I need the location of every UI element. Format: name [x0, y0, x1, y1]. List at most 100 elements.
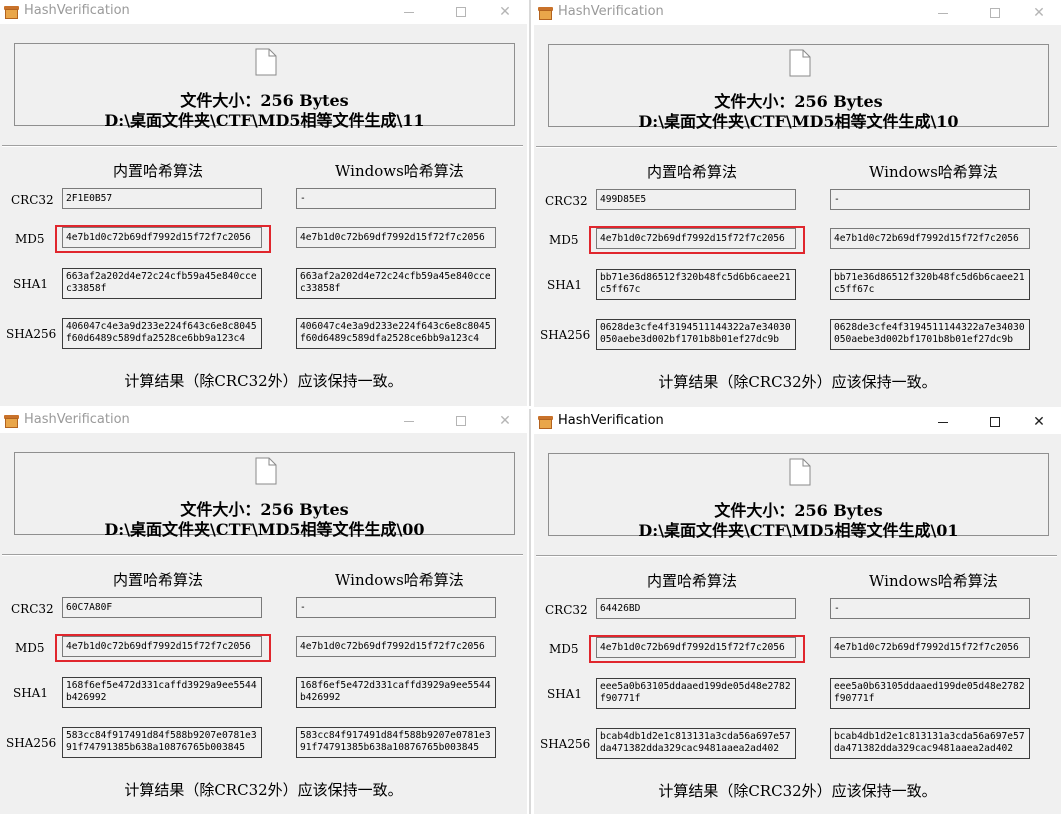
hash-verification-window: HashVerification ✕ 文件大小：256 Bytes D:\桌面文…: [0, 0, 527, 406]
file-drop-panel[interactable]: 文件大小：256 Bytes D:\桌面文件夹\CTF\MD5相等文件生成\01: [548, 453, 1049, 540]
sha1-label: SHA1: [13, 277, 48, 291]
windows-md5-field[interactable]: 4e7b1d0c72b69df7992d15f72f7c2056: [296, 227, 496, 248]
hash-verification-window: HashVerification ✕ 文件大小：256 Bytes D:\桌面文…: [534, 410, 1061, 814]
sha1-label: SHA1: [547, 687, 582, 701]
file-icon: [255, 457, 277, 485]
builtin-sha1-field[interactable]: 168f6ef5e472d331caffd3929a9ee5544b426992: [62, 677, 262, 708]
windows-md5-field[interactable]: 4e7b1d0c72b69df7992d15f72f7c2056: [830, 637, 1030, 658]
crc32-label: CRC32: [11, 193, 54, 207]
builtin-sha256-field[interactable]: 0628de3cfe4f3194511144322a7e34030050aebe…: [596, 319, 796, 350]
title-bar[interactable]: HashVerification ✕: [534, 1, 1061, 25]
file-drop-panel[interactable]: 文件大小：256 Bytes D:\桌面文件夹\CTF\MD5相等文件生成\00: [14, 452, 515, 539]
builtin-sha256-field[interactable]: 583cc84f917491d84f588b9207e0781e391f7479…: [62, 727, 262, 758]
minimize-button[interactable]: [386, 409, 432, 433]
minimize-button[interactable]: [386, 0, 432, 24]
section-divider: [536, 555, 1057, 557]
windows-crc32-field[interactable]: -: [296, 188, 496, 209]
windows-sha1-field[interactable]: 168f6ef5e472d331caffd3929a9ee5544b426992: [296, 677, 496, 708]
windows-sha256-field[interactable]: 0628de3cfe4f3194511144322a7e34030050aebe…: [830, 319, 1030, 350]
close-icon: ✕: [499, 4, 511, 20]
file-path-text: D:\桌面文件夹\CTF\MD5相等文件生成\10: [638, 112, 959, 131]
sha256-label: SHA256: [6, 327, 57, 341]
title-bar[interactable]: HashVerification ✕: [534, 410, 1061, 434]
builtin-crc32-field[interactable]: 499D85E5: [596, 189, 796, 210]
close-icon: ✕: [499, 413, 511, 429]
windows-sha1-field[interactable]: bb71e36d86512f320b48fc5d6b6caee21c5ff67c: [830, 269, 1030, 300]
app-window-icon: [538, 416, 553, 429]
sha256-label: SHA256: [6, 736, 57, 750]
md5-highlight-box: [55, 634, 271, 662]
windows-crc32-field[interactable]: -: [296, 597, 496, 618]
crc32-label: CRC32: [545, 603, 588, 617]
maximize-button[interactable]: [438, 409, 484, 433]
app-window-icon: [538, 7, 553, 20]
file-icon: [255, 48, 277, 76]
windows-sha256-field[interactable]: 406047c4e3a9d233e224f643c6e8c8045f60d648…: [296, 318, 496, 349]
file-drop-panel[interactable]: 文件大小：256 Bytes D:\桌面文件夹\CTF\MD5相等文件生成\10: [548, 44, 1049, 131]
maximize-button[interactable]: [438, 0, 484, 24]
md5-highlight-box: [55, 225, 271, 253]
builtin-sha1-field[interactable]: bb71e36d86512f320b48fc5d6b6caee21c5ff67c: [596, 269, 796, 300]
md5-highlight-box: [589, 226, 805, 254]
file-icon: [789, 458, 811, 486]
file-path-text: D:\桌面文件夹\CTF\MD5相等文件生成\00: [104, 520, 425, 539]
footer-note: 计算结果（除CRC32外）应该保持一致。: [124, 781, 403, 799]
section-divider: [2, 145, 523, 147]
footer-note: 计算结果（除CRC32外）应该保持一致。: [124, 372, 403, 390]
builtin-hash-header: 内置哈希算法: [113, 571, 204, 589]
close-icon: ✕: [1033, 414, 1045, 430]
builtin-sha256-field[interactable]: 406047c4e3a9d233e224f643c6e8c8045f60d648…: [62, 318, 262, 349]
windows-sha1-field[interactable]: 663af2a202d4e72c24cfb59a45e840ccec33858f: [296, 268, 496, 299]
minimize-icon: [404, 421, 414, 422]
close-button[interactable]: ✕: [482, 0, 527, 24]
windows-hash-header: Windows哈希算法: [869, 163, 998, 181]
window-title: HashVerification: [24, 412, 130, 427]
title-bar[interactable]: HashVerification ✕: [0, 409, 527, 433]
md5-label: MD5: [15, 641, 45, 655]
close-button[interactable]: ✕: [1016, 410, 1061, 434]
builtin-hash-header: 内置哈希算法: [113, 162, 204, 180]
md5-highlight-box: [589, 635, 805, 663]
close-button[interactable]: ✕: [1016, 1, 1061, 25]
windows-sha256-field[interactable]: 583cc84f917491d84f588b9207e0781e391f7479…: [296, 727, 496, 758]
builtin-hash-header: 内置哈希算法: [647, 572, 738, 590]
builtin-crc32-field[interactable]: 60C7A80F: [62, 597, 262, 618]
close-icon: ✕: [1033, 5, 1045, 21]
sha1-label: SHA1: [13, 686, 48, 700]
minimize-icon: [404, 12, 414, 13]
windows-sha256-field[interactable]: bcab4db1d2e1c813131a3cda56a697e57da47138…: [830, 728, 1030, 759]
maximize-button[interactable]: [972, 410, 1018, 434]
app-window-icon: [4, 6, 19, 19]
builtin-crc32-field[interactable]: 64426BD: [596, 598, 796, 619]
file-drop-panel[interactable]: 文件大小：256 Bytes D:\桌面文件夹\CTF\MD5相等文件生成\11: [14, 43, 515, 130]
windows-hash-header: Windows哈希算法: [335, 162, 464, 180]
minimize-button[interactable]: [920, 1, 966, 25]
builtin-hash-header: 内置哈希算法: [647, 163, 738, 181]
builtin-sha1-field[interactable]: 663af2a202d4e72c24cfb59a45e840ccec33858f: [62, 268, 262, 299]
close-button[interactable]: ✕: [482, 409, 527, 433]
windows-hash-header: Windows哈希算法: [869, 572, 998, 590]
windows-md5-field[interactable]: 4e7b1d0c72b69df7992d15f72f7c2056: [296, 636, 496, 657]
windows-crc32-field[interactable]: -: [830, 598, 1030, 619]
crc32-label: CRC32: [11, 602, 54, 616]
maximize-icon: [990, 417, 1000, 427]
windows-crc32-field[interactable]: -: [830, 189, 1030, 210]
title-bar[interactable]: HashVerification ✕: [0, 0, 527, 24]
builtin-sha1-field[interactable]: eee5a0b63105ddaaed199de05d48e2782f90771f: [596, 678, 796, 709]
builtin-crc32-field[interactable]: 2F1E0B57: [62, 188, 262, 209]
windows-md5-field[interactable]: 4e7b1d0c72b69df7992d15f72f7c2056: [830, 228, 1030, 249]
file-path-text: D:\桌面文件夹\CTF\MD5相等文件生成\11: [104, 111, 425, 130]
md5-label: MD5: [15, 232, 45, 246]
builtin-sha256-field[interactable]: bcab4db1d2e1c813131a3cda56a697e57da47138…: [596, 728, 796, 759]
minimize-button[interactable]: [920, 410, 966, 434]
minimize-icon: [938, 422, 948, 423]
file-icon: [789, 49, 811, 77]
md5-label: MD5: [549, 642, 579, 656]
maximize-button[interactable]: [972, 1, 1018, 25]
window-title: HashVerification: [558, 413, 664, 428]
windows-hash-header: Windows哈希算法: [335, 571, 464, 589]
windows-sha1-field[interactable]: eee5a0b63105ddaaed199de05d48e2782f90771f: [830, 678, 1030, 709]
maximize-icon: [456, 7, 466, 17]
section-divider: [2, 554, 523, 556]
section-divider: [536, 146, 1057, 148]
